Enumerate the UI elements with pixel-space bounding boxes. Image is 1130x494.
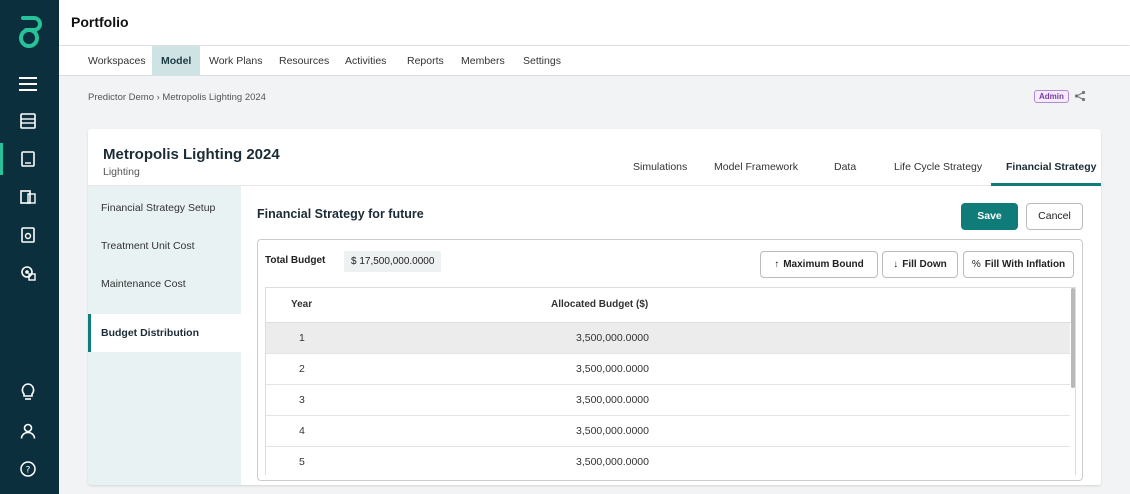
arrow-down-icon: ↓ bbox=[893, 259, 899, 270]
report-icon[interactable] bbox=[16, 223, 40, 247]
active-tab-indicator bbox=[991, 183, 1101, 186]
budget-cell[interactable]: 3,500,000.0000 bbox=[516, 425, 649, 437]
tab-life-cycle-strategy[interactable]: Life Cycle Strategy bbox=[894, 161, 982, 185]
help-icon[interactable]: ? bbox=[16, 457, 40, 481]
nav-resources[interactable]: Resources bbox=[270, 46, 338, 76]
side-menu: Financial Strategy Setup Treatment Unit … bbox=[88, 186, 241, 485]
app-title: Portfolio bbox=[71, 14, 129, 30]
table-row[interactable]: 5 3,500,000.0000 bbox=[266, 447, 1070, 475]
budget-table: Year Allocated Budget ($) 1 3,500,000.00… bbox=[265, 287, 1076, 475]
table-row[interactable]: 4 3,500,000.0000 bbox=[266, 416, 1070, 447]
app-logo-icon[interactable] bbox=[14, 14, 44, 50]
table-row[interactable]: 1 3,500,000.0000 bbox=[266, 323, 1070, 354]
year-cell: 4 bbox=[299, 425, 305, 437]
side-item-maintenance-cost[interactable]: Maintenance Cost bbox=[88, 265, 241, 303]
nav-work-plans[interactable]: Work Plans bbox=[200, 46, 272, 76]
total-budget-value: $ 17,500,000.0000 bbox=[344, 251, 442, 272]
project-card: Metropolis Lighting 2024 Lighting Simula… bbox=[88, 129, 1101, 485]
save-button[interactable]: Save bbox=[961, 203, 1018, 230]
share-icon[interactable] bbox=[1074, 90, 1086, 102]
budget-cell[interactable]: 3,500,000.0000 bbox=[516, 456, 649, 468]
budget-cell[interactable]: 3,500,000.0000 bbox=[516, 363, 649, 375]
maximum-bound-button[interactable]: ↑ Maximum Bound bbox=[760, 251, 878, 278]
year-cell: 3 bbox=[299, 394, 305, 406]
table-scrollbar[interactable] bbox=[1071, 288, 1075, 388]
year-cell: 2 bbox=[299, 363, 305, 375]
year-cell: 5 bbox=[299, 456, 305, 468]
role-badge: Admin bbox=[1034, 90, 1069, 103]
section-title: Financial Strategy for future bbox=[257, 207, 424, 221]
project-subtitle: Lighting bbox=[103, 166, 140, 178]
left-rail: ? bbox=[0, 0, 59, 494]
fill-down-button[interactable]: ↓ Fill Down bbox=[882, 251, 958, 278]
fill-down-label: Fill Down bbox=[902, 259, 947, 270]
nav-workspaces[interactable]: Workspaces bbox=[79, 46, 155, 76]
breadcrumb[interactable]: Predictor Demo › Metropolis Lighting 202… bbox=[88, 92, 266, 103]
budget-cell[interactable]: 3,500,000.0000 bbox=[516, 394, 649, 406]
side-item-financial-strategy-setup[interactable]: Financial Strategy Setup bbox=[88, 189, 241, 227]
nav-members[interactable]: Members bbox=[452, 46, 514, 76]
side-item-treatment-unit-cost[interactable]: Treatment Unit Cost bbox=[88, 227, 241, 265]
tab-financial-strategy[interactable]: Financial Strategy bbox=[1006, 161, 1096, 185]
table-header: Year Allocated Budget ($) bbox=[266, 288, 1075, 323]
tab-simulations[interactable]: Simulations bbox=[633, 161, 687, 185]
tab-model-framework[interactable]: Model Framework bbox=[714, 161, 798, 185]
fill-with-inflation-label: Fill With Inflation bbox=[984, 259, 1066, 270]
column-header-year[interactable]: Year bbox=[291, 299, 312, 310]
fill-with-inflation-button[interactable]: % Fill With Inflation bbox=[963, 251, 1074, 278]
nav-settings[interactable]: Settings bbox=[514, 46, 570, 76]
rail-active-indicator bbox=[0, 143, 3, 175]
cancel-button[interactable]: Cancel bbox=[1026, 203, 1083, 230]
budget-cell[interactable]: 3,500,000.0000 bbox=[516, 332, 649, 344]
side-item-budget-distribution[interactable]: Budget Distribution bbox=[88, 314, 241, 352]
table-row[interactable]: 3 3,500,000.0000 bbox=[266, 385, 1070, 416]
arrow-up-icon: ↑ bbox=[774, 259, 780, 270]
model-icon[interactable] bbox=[16, 147, 40, 171]
lightbulb-icon[interactable] bbox=[16, 380, 40, 404]
percent-icon: % bbox=[971, 259, 981, 270]
settings-icon[interactable] bbox=[16, 261, 40, 285]
tab-data[interactable]: Data bbox=[834, 161, 856, 185]
top-bar: Portfolio bbox=[59, 0, 1130, 45]
main-nav: Workspaces Model Work Plans Resources Ac… bbox=[59, 46, 1130, 76]
user-icon[interactable] bbox=[16, 419, 40, 443]
maximum-bound-label: Maximum Bound bbox=[783, 259, 864, 270]
database-icon[interactable] bbox=[16, 109, 40, 133]
budget-panel: Total Budget $ 17,500,000.0000 ↑ Maximum… bbox=[257, 239, 1083, 481]
year-cell: 1 bbox=[299, 332, 305, 344]
table-row[interactable]: 2 3,500,000.0000 bbox=[266, 354, 1070, 385]
column-header-allocated-budget[interactable]: Allocated Budget ($) bbox=[551, 299, 648, 310]
svg-text:?: ? bbox=[26, 466, 31, 476]
nav-reports[interactable]: Reports bbox=[398, 46, 453, 76]
documents-icon[interactable] bbox=[16, 185, 40, 209]
nav-model[interactable]: Model bbox=[152, 46, 201, 76]
nav-activities[interactable]: Activities bbox=[336, 46, 395, 76]
project-title: Metropolis Lighting 2024 bbox=[103, 146, 280, 163]
menu-icon[interactable] bbox=[16, 72, 40, 96]
total-budget-label: Total Budget bbox=[265, 255, 326, 266]
